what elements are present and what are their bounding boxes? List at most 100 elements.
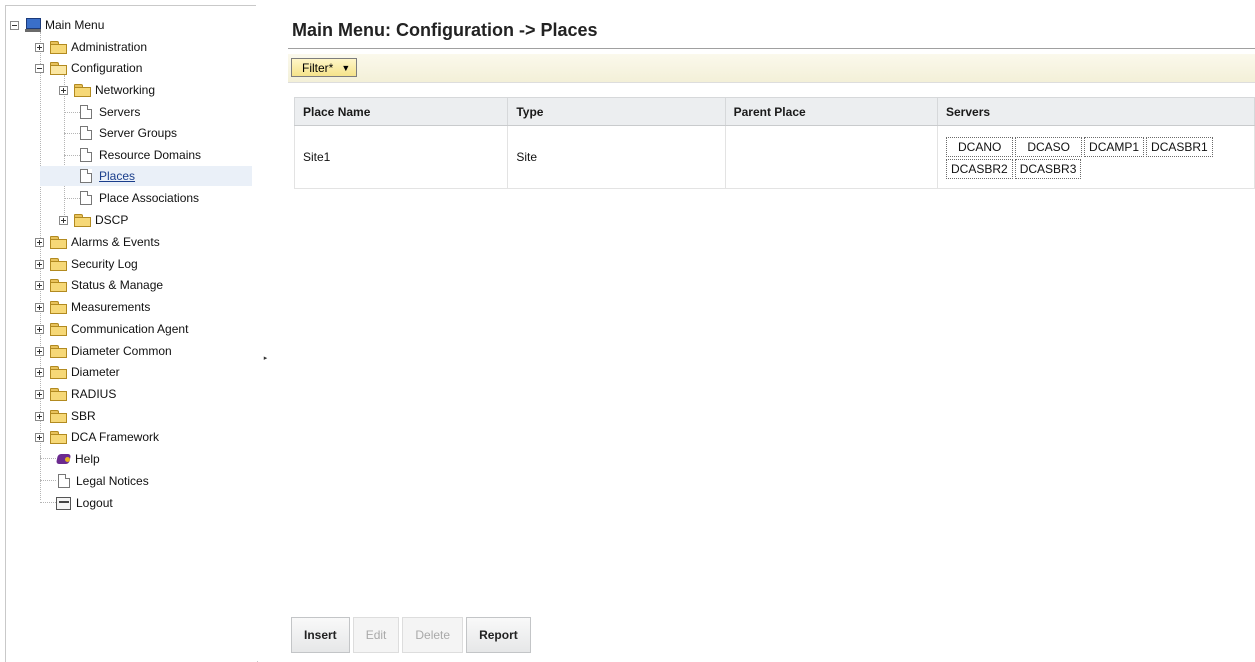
main-content: Main Menu: Configuration -> Places Filte… — [288, 0, 1255, 661]
tree-item-label: Place Associations — [99, 191, 200, 205]
table-header-row: Place Name Type Parent Place Servers — [293, 97, 1255, 126]
tree-item-label: Help — [75, 452, 100, 466]
folder-icon — [50, 322, 67, 336]
folder-icon — [50, 40, 67, 54]
tree-item-configuration[interactable]: Configuration — [35, 58, 142, 78]
tree-item-label: Diameter Common — [71, 344, 172, 358]
tree-item-label: Places — [99, 169, 136, 183]
delete-button[interactable]: Delete — [402, 617, 464, 653]
insert-button[interactable]: Insert — [291, 617, 350, 653]
collapse-icon[interactable] — [10, 20, 19, 30]
folder-icon — [74, 213, 91, 227]
tree-item-resource-domains[interactable]: Resource Domains — [80, 145, 201, 165]
expand-icon[interactable] — [35, 302, 44, 312]
folder-icon — [50, 235, 67, 249]
tree-item-logout[interactable]: Logout — [56, 493, 113, 513]
filter-button[interactable]: Filter* ▼ — [291, 58, 358, 77]
server-list: DCANO DCASO DCAMP1 DCASBR1 DCASBR2 DCASB… — [946, 134, 1246, 180]
folder-icon — [50, 430, 67, 444]
tree-item-server-groups[interactable]: Server Groups — [80, 123, 177, 143]
tree-item-legal-notices[interactable]: Legal Notices — [58, 471, 149, 491]
column-header-servers[interactable]: Servers — [937, 97, 1255, 126]
expand-icon[interactable] — [35, 259, 44, 269]
tree-item-label: Legal Notices — [76, 474, 149, 488]
tree-item-diameter-common[interactable]: Diameter Common — [35, 341, 172, 361]
filter-label: Filter* — [302, 60, 334, 75]
collapse-sidebar-arrow-icon[interactable]: ▸ — [262, 352, 269, 364]
tree-item-places[interactable]: Places — [40, 166, 252, 186]
server-chip[interactable]: DCASO — [1015, 137, 1083, 157]
expand-icon[interactable] — [35, 346, 44, 356]
tree-item-label: Resource Domains — [99, 148, 202, 162]
tree-item-communication-agent[interactable]: Communication Agent — [35, 319, 188, 339]
tree-item-dscp[interactable]: DSCP — [59, 210, 128, 230]
tree-item-label: DCA Framework — [71, 430, 160, 444]
tree-item-main-menu[interactable]: Main Menu — [10, 15, 104, 35]
document-icon — [80, 191, 92, 205]
filter-bar: Filter* ▼ — [288, 54, 1255, 83]
expand-icon[interactable] — [35, 411, 44, 421]
table-row[interactable]: Site1 Site DCANO DCASO DCAMP1 DCASBR1 DC… — [293, 125, 1255, 189]
folder-icon — [50, 300, 67, 314]
tree-item-administration[interactable]: Administration — [35, 37, 147, 57]
tree-item-dca-framework[interactable]: DCA Framework — [35, 427, 159, 447]
collapse-icon[interactable] — [35, 63, 44, 73]
cell-servers: DCANO DCASO DCAMP1 DCASBR1 DCASBR2 DCASB… — [937, 125, 1255, 189]
folder-icon — [50, 387, 67, 401]
edit-button[interactable]: Edit — [352, 617, 400, 653]
expand-icon[interactable] — [35, 280, 44, 290]
tree-item-measurements[interactable]: Measurements — [35, 297, 150, 317]
tree-item-label: RADIUS — [71, 387, 117, 401]
expand-icon[interactable] — [59, 85, 68, 95]
expand-icon[interactable] — [35, 432, 44, 442]
expand-icon[interactable] — [35, 389, 44, 399]
tree-connector — [64, 155, 80, 156]
sidebar-splitter[interactable] — [256, 5, 260, 661]
tree-item-servers[interactable]: Servers — [80, 102, 140, 122]
expand-icon[interactable] — [35, 42, 44, 52]
folder-icon — [50, 344, 67, 358]
tree-item-label: Security Log — [71, 257, 138, 271]
report-button[interactable]: Report — [466, 617, 531, 653]
expand-icon[interactable] — [35, 237, 44, 247]
tree-item-place-associations[interactable]: Place Associations — [80, 188, 199, 208]
tree-item-label: Diameter — [71, 365, 120, 379]
expand-icon[interactable] — [59, 215, 68, 225]
document-icon — [58, 474, 70, 488]
help-book-icon — [56, 453, 71, 466]
action-bar: Insert Edit Delete Report — [291, 617, 531, 653]
folder-icon — [50, 278, 67, 292]
server-chip[interactable]: DCAMP1 — [1084, 137, 1145, 157]
title-divider — [288, 48, 1255, 49]
tree-item-sbr[interactable]: SBR — [35, 406, 96, 426]
tree-item-status-manage[interactable]: Status & Manage — [35, 275, 163, 295]
column-header-type[interactable]: Type — [507, 97, 726, 126]
cell-parent-place — [724, 125, 939, 189]
page-title: Main Menu: Configuration -> Places — [292, 20, 598, 40]
tree-item-diameter[interactable]: Diameter — [35, 362, 120, 382]
expand-icon[interactable] — [35, 367, 44, 377]
tree-connector — [64, 133, 80, 134]
document-icon — [80, 169, 92, 183]
server-chip[interactable]: DCANO — [946, 137, 1014, 157]
column-header-parent-place[interactable]: Parent Place — [724, 97, 939, 126]
folder-open-icon — [50, 61, 67, 75]
cell-place-name: Site1 — [293, 125, 509, 189]
tree-item-label: Communication Agent — [71, 322, 189, 336]
tree-item-networking[interactable]: Networking — [59, 80, 155, 100]
server-chip[interactable]: DCASBR1 — [1146, 137, 1213, 157]
column-header-place-name[interactable]: Place Name — [293, 97, 509, 126]
tree-item-security-log[interactable]: Security Log — [35, 254, 138, 274]
places-table: Place Name Type Parent Place Servers Sit… — [293, 97, 1255, 189]
tree-item-alarms-events[interactable]: Alarms & Events — [35, 232, 160, 252]
tree-item-label: Main Menu — [45, 18, 105, 32]
tree-item-help[interactable]: Help — [56, 449, 100, 469]
expand-icon[interactable] — [35, 324, 44, 334]
tree-item-radius[interactable]: RADIUS — [35, 384, 116, 404]
tree-connector — [40, 502, 56, 503]
tree-connector — [64, 198, 80, 199]
tree-item-label: Status & Manage — [71, 278, 164, 292]
server-chip[interactable]: DCASBR2 — [946, 159, 1013, 179]
tree-item-label: Servers — [99, 105, 141, 119]
server-chip[interactable]: DCASBR3 — [1014, 159, 1082, 179]
